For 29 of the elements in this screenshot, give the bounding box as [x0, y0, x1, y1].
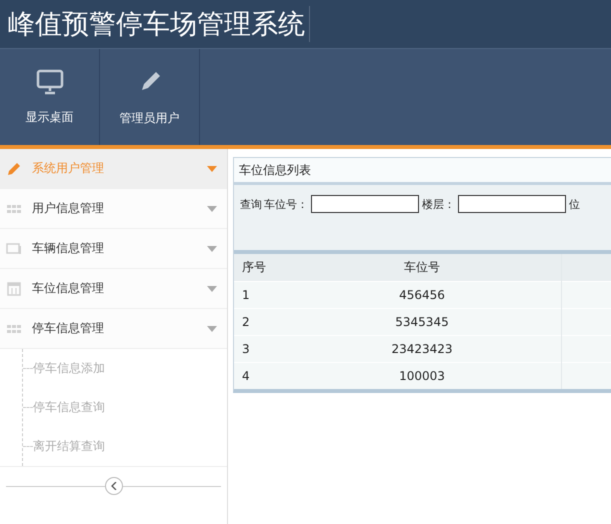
- filter-label: 车位号：: [264, 197, 308, 213]
- column-header: 序号: [234, 254, 283, 282]
- table-cell: 456456: [283, 282, 562, 308]
- caret-icon: [207, 326, 217, 332]
- table-cell: 4: [234, 362, 283, 389]
- filter-field[interactable]: [458, 195, 566, 213]
- table-cell: 5345345: [283, 308, 562, 336]
- table-cell: 1: [234, 282, 283, 308]
- caret-icon: [207, 206, 217, 212]
- table-cell: 3: [234, 336, 283, 362]
- table-cell: 100003: [283, 362, 562, 389]
- table-cell: 2: [234, 308, 283, 336]
- column-header: 车位号: [283, 254, 562, 282]
- calendar-icon: [6, 280, 22, 296]
- monitor-icon: [36, 68, 64, 94]
- collapse-button[interactable]: [104, 477, 122, 495]
- app-title: 峰值预警停车场管理系统: [8, 6, 310, 42]
- caret-icon: [207, 286, 217, 292]
- table-cell: 23423423: [283, 336, 562, 362]
- chevron-left-icon: [110, 482, 116, 490]
- filter-field[interactable]: [311, 195, 419, 213]
- filter-label: 楼层：: [422, 197, 455, 213]
- pencil-icon: [6, 160, 22, 176]
- filter-label: 位: [569, 197, 580, 213]
- caret-icon: [207, 166, 217, 172]
- panel-title: 车位信息列表: [239, 162, 311, 178]
- caret-icon: [207, 246, 217, 252]
- window-icon: [6, 240, 22, 256]
- query-label: 查询: [240, 197, 262, 213]
